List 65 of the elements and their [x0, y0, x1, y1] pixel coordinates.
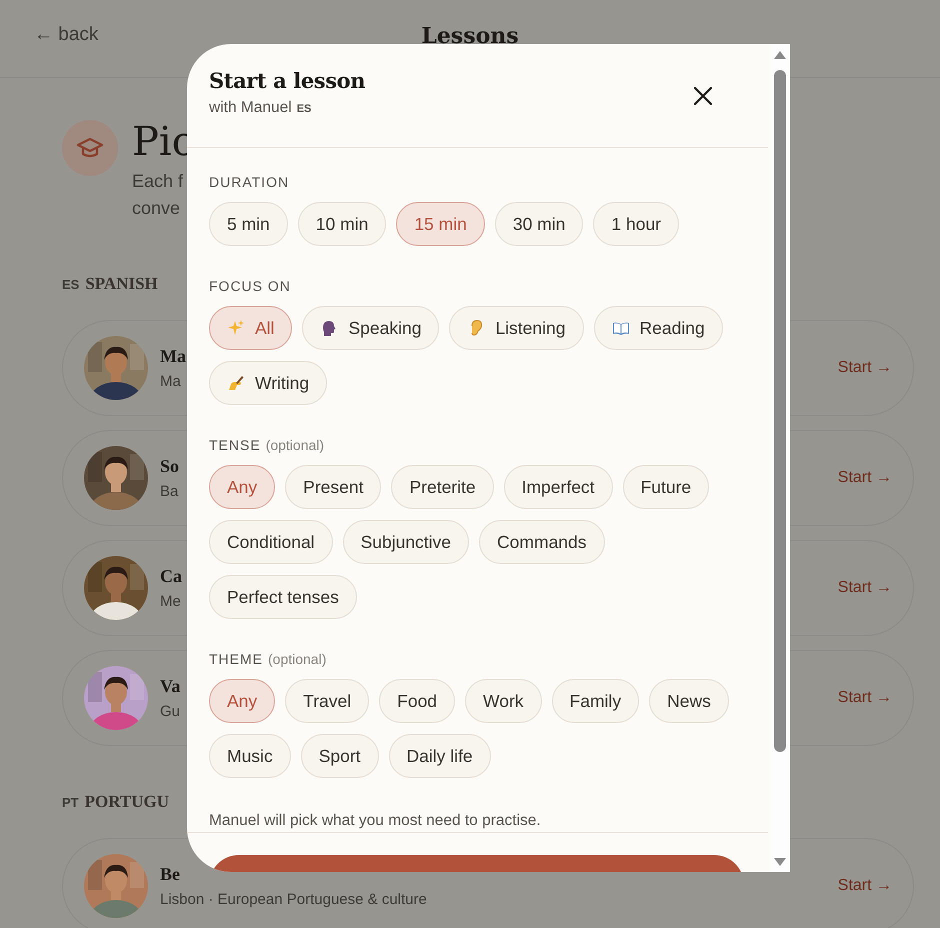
close-icon[interactable]	[693, 86, 713, 106]
tutor-name: Ma	[160, 346, 186, 367]
option-chip[interactable]: 5 min	[209, 202, 288, 246]
helper-text: Manuel will pick what you most need to practise.	[209, 812, 542, 830]
tutor-card[interactable]: So Ba	[62, 430, 187, 526]
dialog-title: Start a lesson	[209, 68, 366, 93]
speaking-head-icon	[320, 319, 338, 337]
tutor-name: Be	[160, 864, 180, 885]
language-code: ES	[62, 277, 80, 292]
option-chip[interactable]: Commands	[479, 520, 605, 564]
description-text: Each f	[132, 170, 184, 193]
option-chip[interactable]: Any	[209, 465, 276, 509]
tutor-card[interactable]: Ca Me	[62, 540, 187, 636]
description-text: conve	[132, 197, 182, 220]
option-chip[interactable]: Travel	[285, 679, 370, 723]
tutor-name: Va	[160, 676, 180, 697]
option-chip[interactable]: Music	[209, 734, 291, 778]
dialog-subtitle: with Manuel	[209, 99, 292, 117]
option-chip[interactable]: Listening	[449, 306, 584, 350]
tutor-description: Gu	[160, 703, 180, 720]
tutor-name: Ca	[160, 566, 182, 587]
writing-hand-icon	[227, 374, 245, 392]
option-chip[interactable]: Imperfect	[504, 465, 613, 509]
option-chip[interactable]: Preterite	[391, 465, 494, 509]
option-chip[interactable]: Reading	[594, 306, 723, 350]
tutor-description: Ma	[160, 373, 181, 390]
option-chip[interactable]: Speaking	[302, 306, 440, 350]
option-chip[interactable]: Any	[209, 679, 276, 723]
option-chip[interactable]: Daily life	[388, 734, 491, 778]
option-chip[interactable]: Perfect tenses	[209, 575, 357, 619]
language-code: PT	[62, 795, 79, 810]
option-chip[interactable]: Conditional	[209, 520, 333, 564]
option-chip[interactable]: Writing	[209, 361, 328, 405]
language-code: ES	[296, 103, 312, 115]
option-chip[interactable]: Food	[379, 679, 456, 723]
option-chip[interactable]: Family	[552, 679, 640, 723]
option-chip[interactable]: 15 min	[396, 202, 485, 246]
option-chip[interactable]: Present	[285, 465, 382, 509]
tutor-description: Me	[160, 593, 181, 610]
sparkles-icon	[227, 319, 245, 337]
language-heading: SPANISH	[85, 274, 158, 294]
page-title: Lessons	[421, 22, 519, 48]
tutor-card[interactable]: Va Gu	[62, 650, 187, 746]
tutor-card[interactable]: Ma Ma	[62, 320, 187, 416]
option-chip[interactable]: Work	[465, 679, 542, 723]
tutor-name: So	[160, 456, 180, 477]
section-label: TENSE	[209, 437, 261, 453]
language-heading: PORTUGU	[84, 792, 170, 812]
option-chip[interactable]: Sport	[300, 734, 379, 778]
back-link[interactable]: ← back	[34, 24, 98, 46]
optional-hint: (optional)	[268, 651, 326, 667]
graduation-cap-icon	[62, 120, 118, 176]
option-chip[interactable]: All	[209, 306, 292, 350]
option-chip[interactable]: News	[649, 679, 729, 723]
section-label: THEME	[209, 651, 263, 667]
option-chip[interactable]: Future	[622, 465, 710, 509]
tutor-description: Ba	[160, 483, 178, 500]
section-label: DURATION	[209, 174, 290, 190]
option-chip[interactable]: 1 hour	[593, 202, 680, 246]
section-label: FOCUS ON	[209, 278, 291, 294]
option-chip[interactable]: 30 min	[494, 202, 584, 246]
optional-hint: (optional)	[266, 437, 324, 453]
tutor-description: Lisbon · European Portuguese & culture	[160, 891, 427, 908]
option-chip[interactable]: 10 min	[298, 202, 386, 246]
option-chip[interactable]: Subjunctive	[342, 520, 470, 564]
